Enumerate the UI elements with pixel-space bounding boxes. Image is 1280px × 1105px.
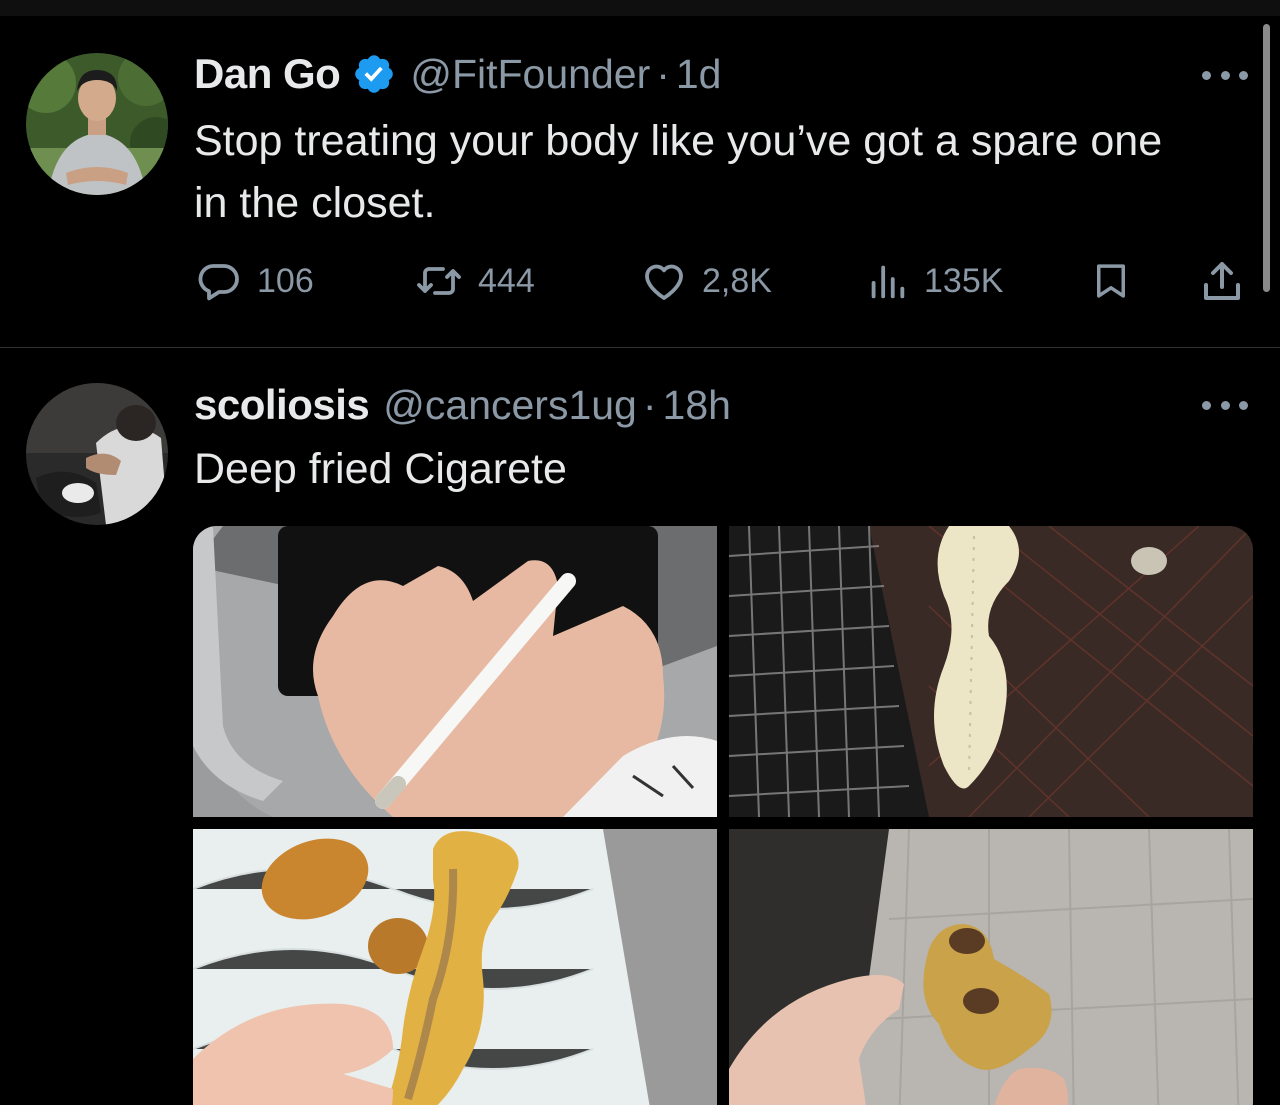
status-bar xyxy=(0,0,1280,16)
retweet-icon xyxy=(417,267,461,295)
tweet[interactable]: Dan Go @FitFounder · 1d Stop treating yo… xyxy=(0,16,1280,347)
retweet-button[interactable]: 444 xyxy=(414,256,535,306)
views-count: 135K xyxy=(924,261,1004,300)
media-photo[interactable] xyxy=(729,829,1253,1105)
tweet-header: Dan Go @FitFounder · 1d xyxy=(194,49,721,99)
more-icon[interactable] xyxy=(1202,68,1248,82)
reply-count: 106 xyxy=(257,261,314,300)
user-handle[interactable]: @FitFounder xyxy=(410,51,650,98)
tweet-actions: 106 444 2,8K 135K xyxy=(0,256,1280,306)
separator-dot: · xyxy=(656,50,670,97)
tweet-header: scoliosis @cancers1ug · 18h xyxy=(194,380,731,430)
timestamp[interactable]: 1d xyxy=(676,51,722,98)
timestamp[interactable]: 18h xyxy=(663,382,731,429)
separator-dot: · xyxy=(642,381,657,428)
bookmark-button[interactable] xyxy=(1090,256,1132,306)
like-button[interactable]: 2,8K xyxy=(640,256,772,306)
display-name[interactable]: scoliosis xyxy=(194,381,370,429)
share-icon xyxy=(1204,262,1240,300)
views-icon xyxy=(871,265,905,299)
share-button[interactable] xyxy=(1198,256,1246,306)
like-count: 2,8K xyxy=(702,261,772,300)
avatar[interactable] xyxy=(26,383,168,525)
display-name[interactable]: Dan Go xyxy=(194,50,341,98)
tweet[interactable]: scoliosis @cancers1ug · 18h Deep fried C… xyxy=(0,348,1280,1105)
reply-button[interactable]: 106 xyxy=(195,256,314,306)
verified-badge-icon xyxy=(352,52,396,96)
bookmark-icon xyxy=(1097,264,1125,298)
like-icon xyxy=(645,264,683,300)
media-photo[interactable] xyxy=(729,526,1253,817)
reply-icon xyxy=(198,264,239,301)
media-photo[interactable] xyxy=(193,526,717,817)
tweet-text: Stop treating your body like you’ve got … xyxy=(194,117,1163,227)
views-button[interactable]: 135K xyxy=(864,256,1003,306)
retweet-count: 444 xyxy=(478,261,535,300)
media-photo[interactable] xyxy=(193,829,717,1105)
avatar[interactable] xyxy=(26,53,168,195)
user-handle[interactable]: @cancers1ug xyxy=(383,382,637,429)
more-icon[interactable] xyxy=(1202,398,1248,412)
media-grid xyxy=(193,526,1253,1105)
tweet-text: Deep fried Cigarete xyxy=(194,445,567,493)
